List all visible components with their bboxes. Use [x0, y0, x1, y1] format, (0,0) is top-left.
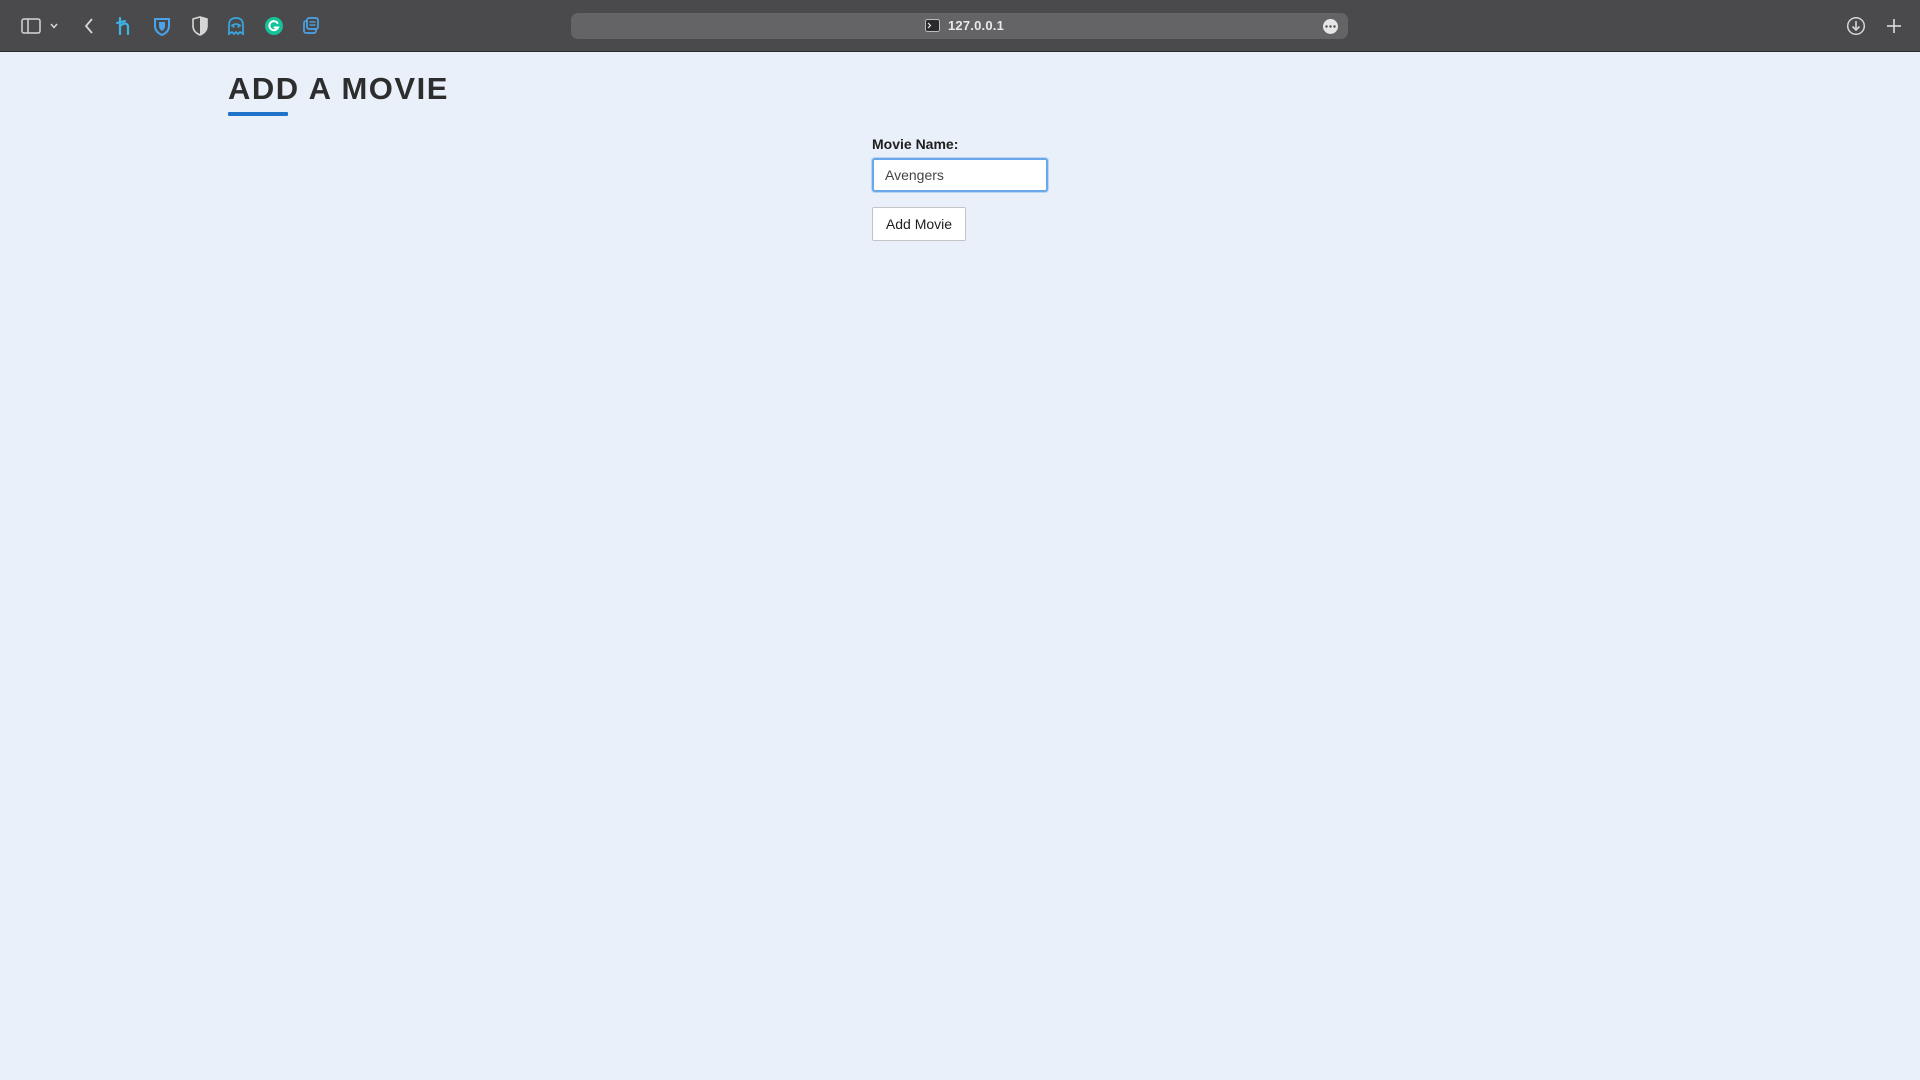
- title-underline: [228, 112, 288, 116]
- privacy-shield-icon[interactable]: [188, 14, 212, 38]
- address-bar[interactable]: 127.0.0.1: [571, 13, 1348, 39]
- browser-toolbar: 127.0.0.1: [0, 0, 1920, 52]
- grammarly-extension-icon[interactable]: [262, 14, 286, 38]
- terminal-site-icon: [925, 19, 940, 32]
- movie-name-input[interactable]: [872, 158, 1048, 192]
- more-options-icon[interactable]: [1323, 19, 1338, 34]
- copy-tab-extension-icon[interactable]: [299, 14, 323, 38]
- address-text: 127.0.0.1: [948, 18, 1005, 33]
- ghostery-extension-icon[interactable]: [224, 14, 248, 38]
- back-arrow-icon[interactable]: [77, 14, 101, 38]
- honey-extension-icon[interactable]: [113, 14, 137, 38]
- page-title: ADD A MOVIE: [228, 71, 449, 106]
- bitwarden-extension-icon[interactable]: [150, 14, 174, 38]
- page-content: ADD A MOVIE Movie Name: Add Movie: [0, 53, 1920, 1080]
- downloads-icon[interactable]: [1844, 14, 1868, 38]
- new-tab-plus-icon[interactable]: [1882, 14, 1906, 38]
- add-movie-button[interactable]: Add Movie: [872, 207, 966, 241]
- movie-name-label: Movie Name:: [872, 136, 959, 152]
- add-movie-form: Movie Name: Add Movie: [872, 136, 1172, 241]
- sidebar-icon[interactable]: [19, 14, 43, 38]
- chevron-down-icon[interactable]: [47, 14, 61, 38]
